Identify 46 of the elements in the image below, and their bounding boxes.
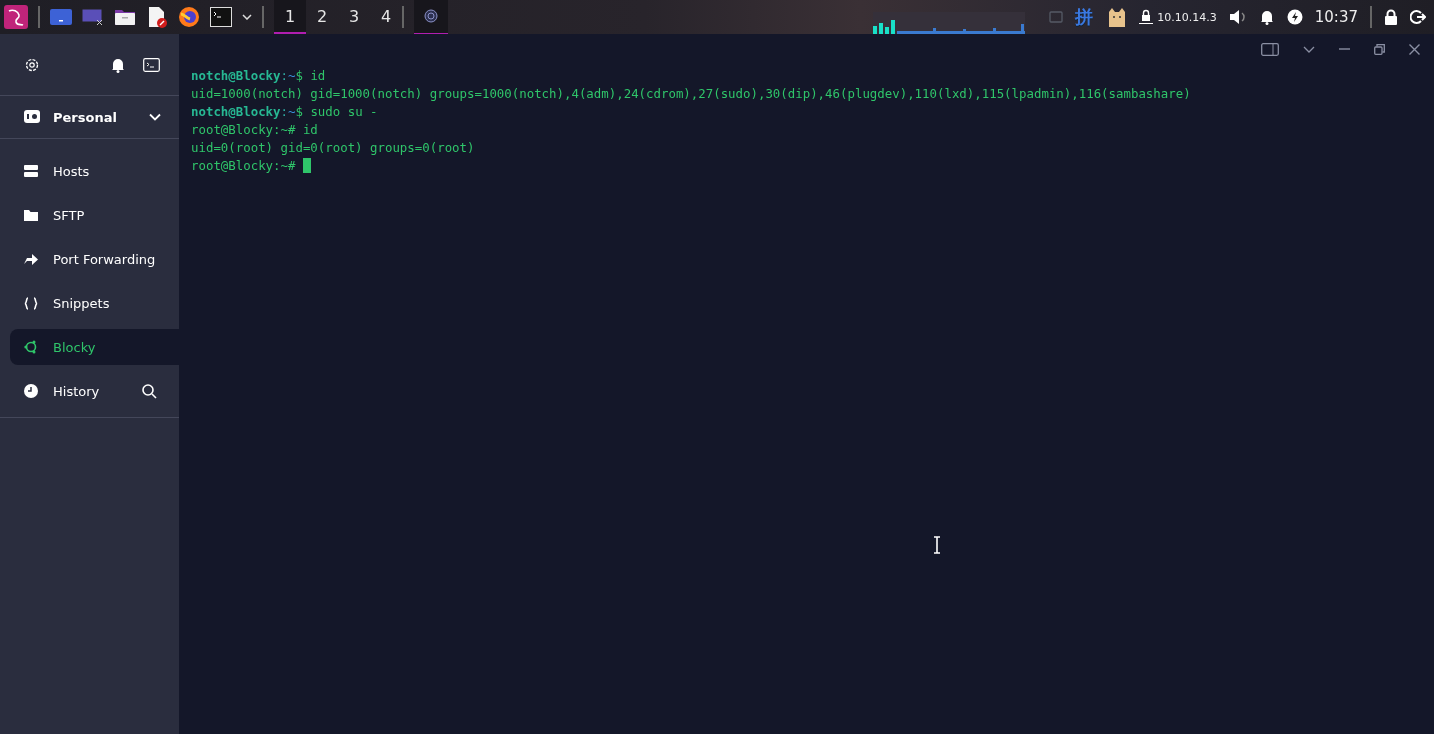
dragon-logo-icon[interactable] — [4, 5, 28, 29]
terminal-icon[interactable] — [210, 7, 232, 27]
braces-icon — [24, 296, 38, 310]
sidebar-item[interactable]: SFTP — [10, 197, 179, 233]
sidebar-item[interactable]: Blocky — [10, 329, 179, 365]
bell-icon[interactable] — [111, 56, 125, 73]
terminal-line: notch@Blocky:~$ sudo su - — [191, 103, 379, 121]
clock[interactable]: 10:37 — [1314, 8, 1358, 26]
workspace-tab[interactable]: 2 — [306, 0, 338, 34]
terminal-line: uid=0(root) gid=0(root) groups=0(root) — [191, 139, 476, 157]
server-rack-icon — [24, 165, 38, 177]
lock-icon[interactable] — [1384, 9, 1398, 25]
terminal-line: uid=1000(notch) gid=1000(notch) groups=1000(notch),4(adm),24(cdrom),27(sudo),30(dip),46(plugdev),110(lxd),115(lpadmin),116(sambashare) — [191, 85, 1192, 103]
sidebar-item[interactable]: History — [10, 373, 179, 409]
ubuntu-icon — [24, 340, 38, 354]
vpn-lock-icon[interactable] — [1139, 9, 1154, 25]
split-panel-icon[interactable] — [1261, 42, 1279, 56]
chevron-down-icon[interactable] — [1303, 45, 1315, 53]
power-bolt-icon[interactable] — [1286, 9, 1303, 25]
workspace-tab[interactable]: 3 — [338, 0, 370, 34]
app-tab[interactable] — [414, 0, 448, 35]
desktop-icon[interactable] — [50, 8, 72, 26]
ibeam-cursor-icon — [933, 536, 941, 554]
ip-address: 10.10.14.3 — [1157, 10, 1217, 24]
window-icon[interactable] — [82, 8, 104, 26]
workspace-tab[interactable]: 4 — [370, 0, 402, 34]
terminal-line: root@Blocky:~# — [191, 157, 1422, 175]
restore-icon[interactable] — [1374, 43, 1385, 55]
clock-icon — [24, 384, 38, 398]
close-icon[interactable] — [1409, 43, 1420, 55]
terminal-line: notch@Blocky:~$ id — [191, 67, 327, 85]
workspace-tab[interactable]: 1 — [274, 0, 306, 34]
sidebar-item[interactable]: Hosts — [10, 153, 179, 189]
search-icon[interactable] — [142, 383, 157, 399]
vault-icon — [23, 109, 41, 125]
sidebar-item[interactable]: Port Forwarding — [10, 241, 179, 277]
forward-arrow-icon — [24, 253, 38, 265]
speaker-icon[interactable] — [1228, 9, 1247, 25]
folder-icon — [24, 209, 38, 221]
terminal-line: root@Blocky:~# id — [191, 121, 319, 139]
sidebar-item[interactable]: Snippets — [10, 285, 179, 321]
logout-icon[interactable] — [1410, 9, 1426, 25]
vault-selector[interactable]: Personal — [0, 96, 179, 139]
settings-icon[interactable] — [24, 56, 40, 73]
document-edit-icon[interactable] — [146, 6, 168, 28]
folder-icon[interactable] — [114, 8, 136, 26]
